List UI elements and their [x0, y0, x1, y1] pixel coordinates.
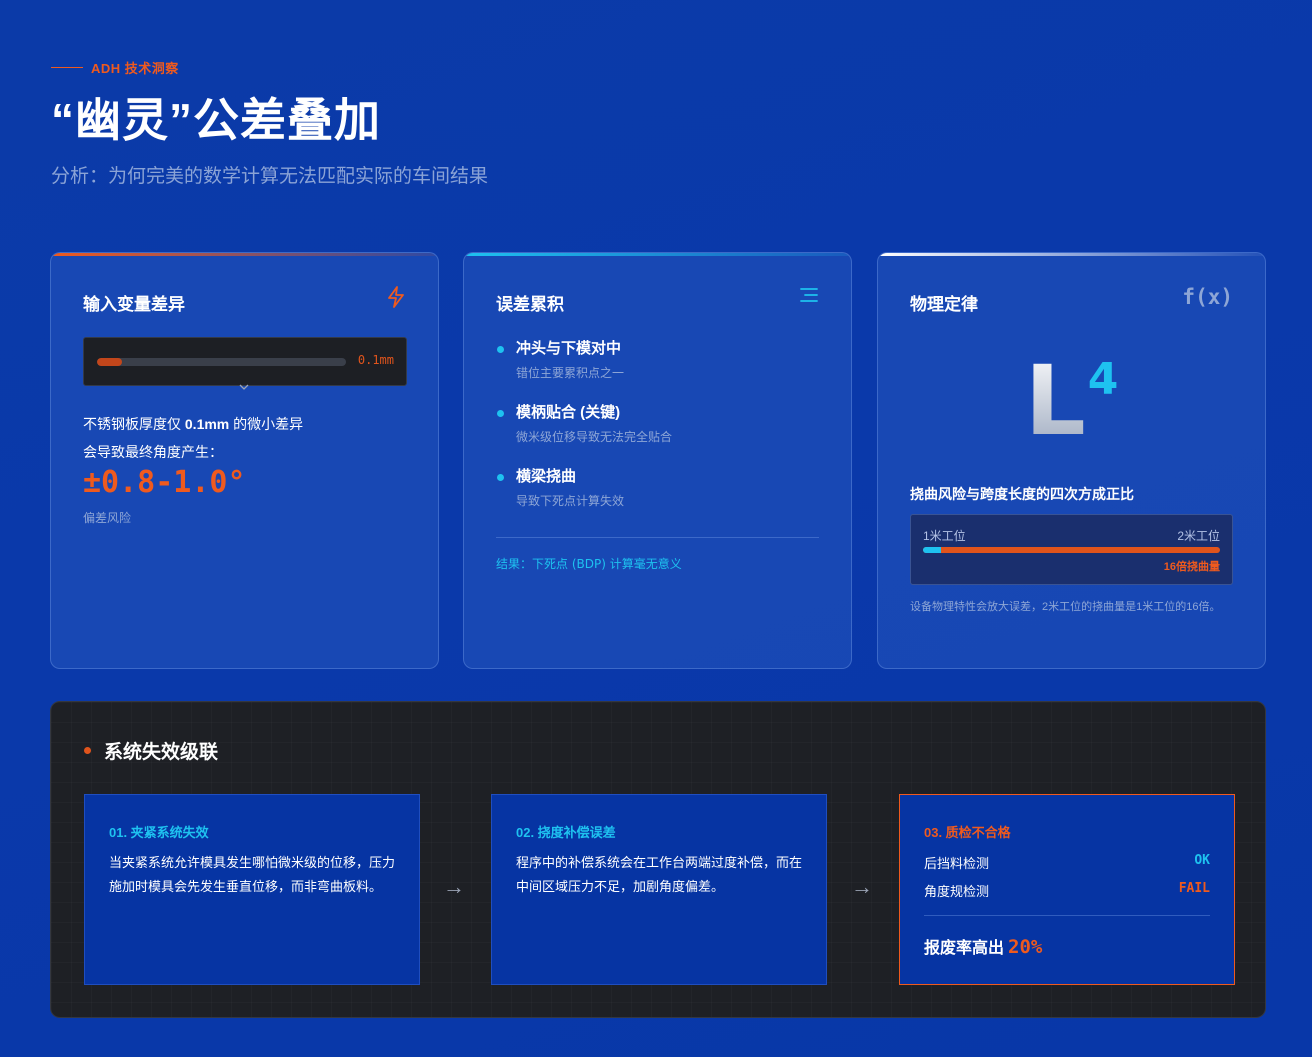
divider [496, 537, 819, 538]
gauge-value: 0.1mm [357, 353, 394, 367]
status-badge: FAIL [1178, 881, 1210, 896]
page-title: “幽灵”公差叠加 [51, 94, 381, 146]
formula-base: L [1024, 345, 1086, 457]
deflection-comparison: 1米工位 2米工位 16倍挠曲量 [910, 514, 1233, 585]
check-label: 后挡料检测 [924, 856, 990, 871]
formula-exponent: 4 [1087, 354, 1119, 405]
bullet-icon [497, 346, 504, 353]
card-title: 物理定律 [910, 295, 978, 314]
failure-cascade-panel: 系统失效级联 01. 夹紧系统失效 当夹紧系统允许模具发生哪怕微米级的位移，压力… [50, 701, 1266, 1018]
lightning-icon [386, 286, 406, 313]
desc-pre: 不锈钢板厚度仅 [83, 416, 185, 432]
list-item-title: 冲头与下模对中 [516, 340, 622, 357]
span-1m-label: 1米工位 [923, 529, 966, 543]
function-icon: f(x) [1182, 285, 1233, 309]
deflection-multiplier: 16倍挠曲量 [1163, 561, 1220, 573]
arrow-right-icon: → [851, 874, 873, 899]
card-accent-bar [464, 253, 851, 256]
cascade-step-2: 02. 挠度补偿误差 程序中的补偿系统会在工作台两端过度补偿，而在中间区域压力不… [491, 794, 827, 985]
check-label: 角度规检测 [924, 884, 990, 899]
cascade-step-3: 03. 质检不合格 后挡料检测 OK 角度规检测 FAIL 报废率高出 20% [899, 794, 1235, 985]
list-item: 模柄贴合 (关键) 微米级位移导致无法完全贴合 [496, 403, 672, 467]
step-body: 当夹紧系统允许模具发生哪怕微米级的位移，压力施加时模具会先发生垂直位移，而非弯曲… [109, 855, 396, 894]
deflection-bar-1m [923, 547, 941, 553]
list-item-sub: 错位主要累积点之一 [516, 366, 625, 380]
physics-footnote: 设备物理特性会放大误差，2米工位的挠曲量是1米工位的16倍。 [910, 601, 1221, 613]
variance-description: 不锈钢板厚度仅 0.1mm 的微小差异 会导致最终角度产生： [83, 410, 303, 466]
angle-deviation-value: ±0.8-1.0° [83, 465, 246, 500]
eyebrow-line [51, 67, 83, 68]
status-badge: OK [1194, 853, 1210, 868]
bullet-icon [497, 410, 504, 417]
chevron-down-icon [239, 378, 249, 390]
step-title: 01. 夹紧系统失效 [109, 825, 209, 840]
desc-post: 的微小差异 [229, 416, 304, 432]
step-title: 02. 挠度补偿误差 [516, 825, 616, 840]
step-body: 程序中的补偿系统会在工作台两端过度补偿，而在中间区域压力不足，加剧角度偏差。 [516, 855, 803, 894]
desc-bold: 0.1mm [184, 416, 230, 432]
accumulation-result: 结果：下死点 (BDP) 计算毫无意义 [496, 557, 682, 571]
step-title: 03. 质检不合格 [924, 825, 1011, 840]
gauge-fill [97, 358, 122, 366]
deflection-label: 挠曲风险与跨度长度的四次方成正比 [910, 486, 1134, 502]
eyebrow: ADH 技术洞察 [51, 58, 488, 77]
bullet-icon [84, 747, 91, 754]
list-item-title: 模柄贴合 (关键) [516, 404, 621, 421]
page-header: ADH 技术洞察 “幽灵”公差叠加 分析：为何完美的数学计算无法匹配实际的车间结… [51, 58, 488, 188]
page-subtitle: 分析：为何完美的数学计算无法匹配实际的车间结果 [51, 166, 489, 187]
list-item-sub: 微米级位移导致无法完全贴合 [516, 430, 673, 444]
card-title: 误差累积 [496, 295, 564, 314]
bullet-icon [497, 474, 504, 481]
thickness-gauge: 0.1mm [83, 337, 407, 390]
card-accent-bar [51, 253, 438, 256]
list-item-sub: 导致下死点计算失效 [516, 494, 625, 508]
list-item-title: 横梁挠曲 [516, 468, 577, 485]
list-icon [799, 286, 819, 309]
panel-title: 系统失效级联 [84, 737, 218, 764]
gauge-track [97, 358, 346, 366]
card-title: 输入变量差异 [83, 295, 185, 314]
list-item: 横梁挠曲 导致下死点计算失效 [496, 467, 672, 531]
input-variance-card: 输入变量差异 0.1mm 不锈钢板厚度仅 0.1mm 的微小差异 会导致最终角度… [50, 252, 439, 669]
desc-line2: 会导致最终角度产生： [83, 444, 223, 460]
divider [924, 915, 1210, 916]
list-item: 冲头与下模对中 错位主要累积点之一 [496, 339, 672, 403]
accumulation-list: 冲头与下模对中 错位主要累积点之一 模柄贴合 (关键) 微米级位移导致无法完全贴… [496, 339, 672, 531]
scrap-rate: 报废率高出 20% [924, 934, 1042, 958]
scrap-value: 20% [1008, 936, 1043, 958]
deflection-bar [923, 547, 1220, 553]
arrow-right-icon: → [443, 874, 465, 899]
error-accumulation-card: 误差累积 冲头与下模对中 错位主要累积点之一 模柄贴合 (关键) 微米级位移导致… [463, 252, 852, 669]
span-2m-label: 2米工位 [1177, 529, 1220, 543]
card-accent-bar [878, 253, 1265, 256]
physics-law-card: 物理定律 f(x) L4 挠曲风险与跨度长度的四次方成正比 1米工位 2米工位 … [877, 252, 1266, 669]
panel-title-text: 系统失效级联 [104, 742, 219, 763]
cascade-step-1: 01. 夹紧系统失效 当夹紧系统允许模具发生哪怕微米级的位移，压力施加时模具会先… [84, 794, 420, 985]
scrap-label: 报废率高出 [924, 940, 1005, 957]
eyebrow-text: ADH 技术洞察 [91, 61, 179, 76]
deviation-risk-label: 偏差风险 [83, 511, 132, 525]
formula-l4: L4 [878, 353, 1265, 449]
